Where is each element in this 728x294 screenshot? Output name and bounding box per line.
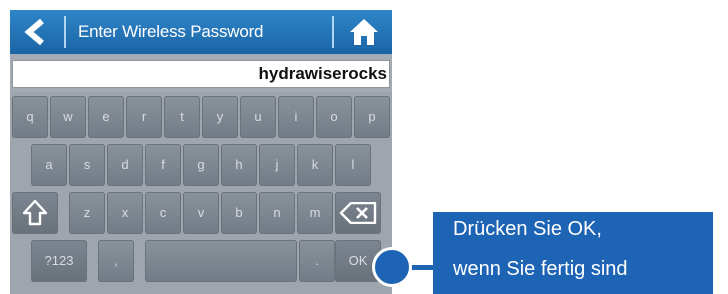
key-b[interactable]: b — [221, 192, 257, 234]
home-icon — [350, 19, 378, 45]
key-o[interactable]: o — [316, 96, 352, 138]
backspace-key[interactable] — [335, 192, 381, 234]
key-s[interactable]: s — [69, 144, 105, 186]
mode-switch-key[interactable]: ?123 — [31, 240, 87, 282]
key-c[interactable]: c — [145, 192, 181, 234]
password-input[interactable]: hydrawiserocks — [12, 60, 390, 88]
key-h[interactable]: h — [221, 144, 257, 186]
backspace-icon — [339, 201, 377, 225]
callout-line-2: wenn Sie fertig sind — [453, 258, 628, 280]
callout-marker — [372, 247, 412, 287]
key-r[interactable]: r — [126, 96, 162, 138]
callout-line-1: Drücken Sie OK, — [453, 218, 602, 240]
key-a[interactable]: a — [31, 144, 67, 186]
key-l[interactable]: l — [335, 144, 371, 186]
shift-icon — [22, 199, 48, 226]
key-u[interactable]: u — [240, 96, 276, 138]
chevron-left-icon — [24, 19, 44, 45]
key-i[interactable]: i — [278, 96, 314, 138]
key-e[interactable]: e — [88, 96, 124, 138]
home-button[interactable] — [336, 10, 392, 54]
back-button[interactable] — [10, 10, 62, 54]
callout-box: Drücken Sie OK, wenn Sie fertig sind — [433, 212, 713, 294]
key-d[interactable]: d — [107, 144, 143, 186]
title-separator-right — [332, 16, 334, 48]
key-g[interactable]: g — [183, 144, 219, 186]
key-y[interactable]: y — [202, 96, 238, 138]
key-q[interactable]: q — [12, 96, 48, 138]
space-key[interactable] — [145, 240, 297, 282]
key-x[interactable]: x — [107, 192, 143, 234]
key-n[interactable]: n — [259, 192, 295, 234]
on-screen-keyboard: q w e r t y u i o p a s d f g h j k l z … — [10, 92, 392, 294]
key-p[interactable]: p — [354, 96, 390, 138]
title-bar: Enter Wireless Password — [10, 10, 392, 54]
key-v[interactable]: v — [183, 192, 219, 234]
title-separator-left — [64, 16, 66, 48]
key-m[interactable]: m — [297, 192, 333, 234]
key-f[interactable]: f — [145, 144, 181, 186]
page-title: Enter Wireless Password — [78, 22, 264, 41]
shift-key[interactable] — [12, 192, 58, 234]
key-k[interactable]: k — [297, 144, 333, 186]
key-comma[interactable]: , — [98, 240, 134, 282]
key-w[interactable]: w — [50, 96, 86, 138]
key-t[interactable]: t — [164, 96, 200, 138]
device-screen: Enter Wireless Password hydrawiserocks q… — [10, 10, 392, 294]
key-z[interactable]: z — [69, 192, 105, 234]
key-j[interactable]: j — [259, 144, 295, 186]
key-period[interactable]: . — [299, 240, 335, 282]
